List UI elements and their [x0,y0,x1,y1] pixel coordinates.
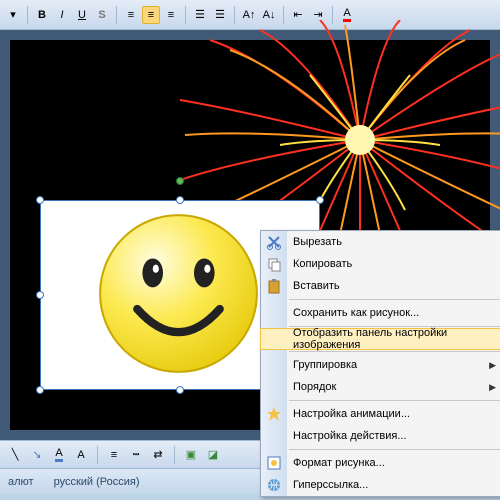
line-style-icon[interactable]: ≡ [105,446,123,464]
format-icon [266,455,282,471]
menu-save-as-picture[interactable]: Сохранить как рисунок... [261,302,500,324]
resize-handle[interactable] [36,196,44,204]
menu-label: Формат рисунка... [293,457,385,469]
font-color-icon[interactable]: A [50,446,68,464]
menu-label: Отобразить панель настройки изображения [293,327,492,351]
menu-order[interactable]: Порядок ▶ [261,376,500,398]
bullet-list-icon[interactable]: ☰ [211,6,229,24]
expand-icon[interactable]: ▾ [4,6,22,24]
resize-handle[interactable] [176,196,184,204]
shadow-style-icon[interactable]: ▣ [182,446,200,464]
menu-label: Сохранить как рисунок... [293,307,419,319]
menu-grouping[interactable]: Группировка ▶ [261,354,500,376]
underline-icon[interactable]: U [73,6,91,24]
status-left-text: алют [8,476,34,488]
animation-icon [266,406,282,422]
menu-cut[interactable]: Вырезать [261,231,500,253]
context-menu: Вырезать Копировать Вставить Сохранить к… [260,230,500,497]
text-icon[interactable]: A [72,446,90,464]
shadow-icon[interactable]: S [93,6,111,24]
formatting-toolbar: ▾ B I U S ≡ ≡ ≡ ☰ ☰ A↑ A↓ ⇤ ⇥ A [0,0,500,30]
arrow-line-icon[interactable]: ↘ [28,446,46,464]
resize-handle[interactable] [176,386,184,394]
submenu-arrow-icon: ▶ [489,360,496,371]
numbered-list-icon[interactable]: ☰ [191,6,209,24]
menu-label: Вставить [293,280,340,292]
menu-label: Копировать [293,258,352,270]
slide-canvas[interactable]: Вырезать Копировать Вставить Сохранить к… [10,40,490,430]
align-center-icon[interactable]: ≡ [142,6,160,24]
arrow-style-icon[interactable]: ⇄ [149,446,167,464]
indent-right-icon[interactable]: ⇥ [309,6,327,24]
copy-icon [266,256,282,272]
align-left-icon[interactable]: ≡ [122,6,140,24]
smiley-face-image [96,211,261,376]
menu-format-picture[interactable]: Формат рисунка... [261,452,500,474]
menu-copy[interactable]: Копировать [261,253,500,275]
rotate-handle[interactable] [176,177,184,185]
menu-label: Вырезать [293,236,342,248]
menu-action-settings[interactable]: Настройка действия... [261,425,500,447]
increase-font-icon[interactable]: A↑ [240,6,258,24]
indent-left-icon[interactable]: ⇤ [289,6,307,24]
decrease-font-icon[interactable]: A↓ [260,6,278,24]
italic-icon[interactable]: I [53,6,71,24]
menu-label: Порядок [293,381,336,393]
3d-style-icon[interactable]: ◪ [204,446,222,464]
resize-handle[interactable] [316,196,324,204]
resize-handle[interactable] [36,291,44,299]
slide-workspace: Вырезать Копировать Вставить Сохранить к… [0,30,500,440]
line-icon[interactable]: ╲ [6,446,24,464]
status-language: русский (Россия) [54,476,140,488]
resize-handle[interactable] [36,386,44,394]
menu-show-picture-toolbar[interactable]: Отобразить панель настройки изображения [260,328,500,350]
font-color-icon[interactable]: A [338,6,356,24]
menu-label: Настройка анимации... [293,408,410,420]
menu-paste[interactable]: Вставить [261,275,500,297]
submenu-arrow-icon: ▶ [489,382,496,393]
cut-icon [266,234,282,250]
align-right-icon[interactable]: ≡ [162,6,180,24]
bold-icon[interactable]: B [33,6,51,24]
menu-label: Группировка [293,359,357,371]
menu-hyperlink[interactable]: Гиперссылка... [261,474,500,496]
dash-style-icon[interactable]: ┅ [127,446,145,464]
menu-label: Настройка действия... [293,430,407,442]
paste-icon [266,278,282,294]
menu-label: Гиперссылка... [293,479,368,491]
menu-custom-animation[interactable]: Настройка анимации... [261,403,500,425]
hyperlink-icon [266,477,282,493]
